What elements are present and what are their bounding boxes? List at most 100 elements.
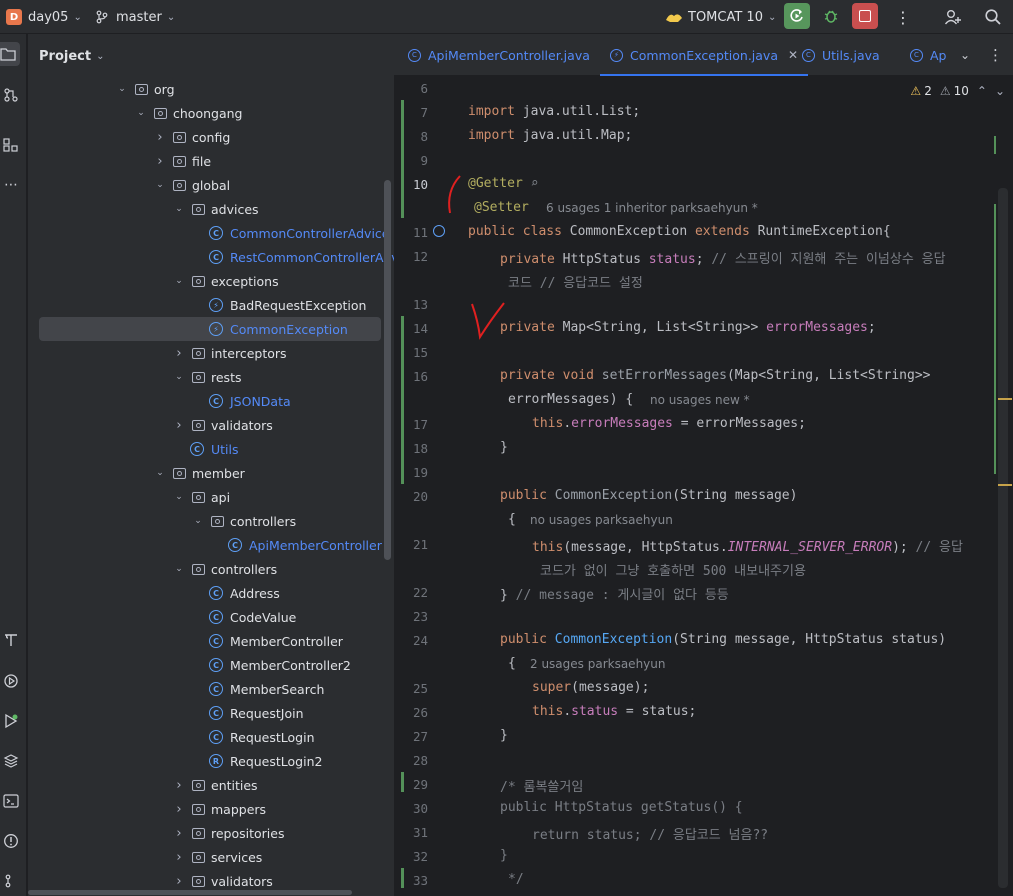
rerun-button[interactable] bbox=[784, 3, 810, 29]
tree-item[interactable]: ⌄ member bbox=[28, 461, 394, 485]
stop-button[interactable] bbox=[852, 3, 878, 29]
tree-item[interactable]: ⌄ choongang bbox=[28, 101, 394, 125]
debug-button[interactable] bbox=[818, 3, 844, 29]
tree-item[interactable]: › entities bbox=[28, 773, 394, 797]
run-tool-icon[interactable] bbox=[0, 710, 22, 732]
tree-item[interactable]: C CommonControllerAdvice bbox=[28, 221, 394, 245]
add-user-button[interactable] bbox=[944, 0, 962, 34]
setter-usages-hint[interactable]: 6 usages 1 inheritor parksaehyun * bbox=[546, 201, 758, 215]
tree-item[interactable]: ⚡ CommonException bbox=[28, 317, 394, 341]
project-tree-scrollbar[interactable] bbox=[384, 180, 391, 560]
chevron-down-icon[interactable]: ⌄ bbox=[135, 108, 147, 118]
tree-item[interactable]: › file bbox=[28, 149, 394, 173]
chevron-down-icon[interactable]: ⌄ bbox=[154, 180, 166, 190]
services-tool-icon[interactable] bbox=[0, 670, 22, 692]
close-icon[interactable]: ✕ bbox=[788, 48, 798, 62]
tree-item[interactable]: C MemberSearch bbox=[28, 677, 394, 701]
tree-item[interactable]: C Address bbox=[28, 581, 394, 605]
more-tools-icon[interactable]: ⋯ bbox=[0, 174, 22, 196]
chevron-down-icon[interactable]: ⌄ bbox=[995, 84, 1005, 98]
code-editor[interactable]: ⚠ 2 ⚠ 10 ⌃ ⌄ 6 7 8 9 10 11 12 13 14 15 16 17 18 19 20 21 2… bbox=[394, 76, 1013, 896]
scroll-marker bbox=[994, 136, 996, 154]
project-tool-icon[interactable] bbox=[0, 42, 20, 66]
warning-count: 2 bbox=[924, 84, 932, 98]
more-actions-button[interactable]: ⋮ bbox=[895, 0, 911, 34]
editor-scrollbar[interactable] bbox=[998, 188, 1008, 888]
chevron-right-icon[interactable]: › bbox=[154, 130, 166, 145]
structure-tool-icon[interactable] bbox=[0, 134, 22, 156]
inspection-widget[interactable]: ⚠ 2 ⚠ 10 ⌃ ⌄ bbox=[910, 84, 1005, 98]
chevron-right-icon[interactable]: › bbox=[173, 850, 185, 865]
chevron-right-icon[interactable]: › bbox=[173, 346, 185, 361]
vcs-change-marker bbox=[401, 868, 404, 888]
tree-item[interactable]: ⌄ api bbox=[28, 485, 394, 509]
tree-item[interactable]: C RequestLogin bbox=[28, 725, 394, 749]
chevron-down-icon[interactable]: ⌄ bbox=[116, 84, 128, 94]
tree-item[interactable]: › validators bbox=[28, 413, 394, 437]
tab-api-truncated[interactable]: C Ap bbox=[910, 34, 947, 76]
tree-item[interactable]: ⌄ org bbox=[28, 77, 394, 101]
tab-api-member-controller[interactable]: C ApiMemberController.java bbox=[408, 34, 590, 76]
project-panel-header[interactable]: Project ⌄ bbox=[28, 34, 394, 78]
tree-item[interactable]: › repositories bbox=[28, 821, 394, 845]
chevron-right-icon[interactable]: › bbox=[173, 802, 185, 817]
tree-item[interactable]: C Utils bbox=[28, 437, 394, 461]
tree-item[interactable]: C MemberController2 bbox=[28, 653, 394, 677]
tree-item[interactable]: › interceptors bbox=[28, 341, 394, 365]
tree-item[interactable]: ⌄ controllers bbox=[28, 509, 394, 533]
ctor1-usages-hint[interactable]: no usages parksaehyun bbox=[530, 513, 673, 527]
warning-icon: ⚠ bbox=[910, 84, 922, 98]
layers-tool-icon[interactable] bbox=[0, 750, 22, 772]
tree-item-label: advices bbox=[211, 201, 259, 217]
tree-item[interactable]: ⌄ exceptions bbox=[28, 269, 394, 293]
tree-item[interactable]: C RequestJoin bbox=[28, 701, 394, 725]
ctor2-usages-hint[interactable]: 2 usages parksaehyun bbox=[530, 657, 666, 671]
tree-item[interactable]: C MemberController bbox=[28, 629, 394, 653]
chevron-down-icon[interactable]: ⌄ bbox=[154, 468, 166, 478]
chevron-down-icon[interactable]: ⌄ bbox=[192, 516, 204, 526]
run-config-selector[interactable]: TOMCAT 10 ⌄ bbox=[664, 0, 776, 34]
chevron-down-icon[interactable]: ⌄ bbox=[173, 492, 185, 502]
tab-utils[interactable]: C Utils.java bbox=[802, 34, 880, 76]
chevron-down-icon[interactable]: ⌄ bbox=[173, 204, 185, 214]
chevron-right-icon[interactable]: › bbox=[173, 778, 185, 793]
branch-selector[interactable]: master ⌄ bbox=[95, 0, 175, 34]
tab-label: ApiMemberController.java bbox=[428, 47, 590, 63]
maven-tool-icon[interactable] bbox=[0, 629, 22, 651]
warning-stripe[interactable] bbox=[998, 484, 1012, 486]
chevron-down-icon[interactable]: ⌄ bbox=[173, 372, 185, 382]
tabs-more-button[interactable]: ⋮ bbox=[988, 34, 1003, 76]
commit-tool-icon[interactable] bbox=[0, 84, 22, 106]
chevron-down-icon[interactable]: ⌄ bbox=[173, 564, 185, 574]
chevron-right-icon[interactable]: › bbox=[154, 154, 166, 169]
tree-item[interactable]: › mappers bbox=[28, 797, 394, 821]
tree-item[interactable]: ⌄ advices bbox=[28, 197, 394, 221]
tree-item[interactable]: › config bbox=[28, 125, 394, 149]
search-everywhere-button[interactable] bbox=[984, 0, 1002, 34]
terminal-tool-icon[interactable] bbox=[0, 790, 22, 812]
tree-item[interactable]: C CodeValue bbox=[28, 605, 394, 629]
chevron-right-icon[interactable]: › bbox=[173, 874, 185, 889]
tree-item[interactable]: ⚡ BadRequestException bbox=[28, 293, 394, 317]
package-icon bbox=[154, 107, 167, 119]
chevron-right-icon[interactable]: › bbox=[173, 826, 185, 841]
chevron-down-icon[interactable]: ⌄ bbox=[173, 276, 185, 286]
tree-item[interactable]: ⌄ global bbox=[28, 173, 394, 197]
tree-item[interactable]: ⌄ rests bbox=[28, 365, 394, 389]
project-selector[interactable]: D day05 ⌄ bbox=[6, 0, 82, 34]
warning-stripe[interactable] bbox=[998, 398, 1012, 400]
tabs-dropdown-button[interactable]: ⌄ bbox=[960, 34, 970, 76]
tree-item[interactable]: R RequestLogin2 bbox=[28, 749, 394, 773]
set-error-messages-hint[interactable]: no usages new * bbox=[650, 393, 750, 407]
project-tree-horizontal-scrollbar[interactable] bbox=[28, 890, 352, 895]
chevron-up-icon[interactable]: ⌃ bbox=[977, 84, 987, 98]
tab-common-exception[interactable]: ⚡ CommonException.java ✕ bbox=[599, 34, 809, 76]
tree-item[interactable]: C ApiMemberController bbox=[28, 533, 394, 557]
tree-item[interactable]: C RestCommonControllerAdvice bbox=[28, 245, 394, 269]
chevron-right-icon[interactable]: › bbox=[173, 418, 185, 433]
tree-item[interactable]: › services bbox=[28, 845, 394, 869]
problems-tool-icon[interactable] bbox=[0, 830, 22, 852]
git-tool-icon[interactable] bbox=[0, 870, 22, 892]
tree-item[interactable]: ⌄ controllers bbox=[28, 557, 394, 581]
tree-item[interactable]: C JSONData bbox=[28, 389, 394, 413]
